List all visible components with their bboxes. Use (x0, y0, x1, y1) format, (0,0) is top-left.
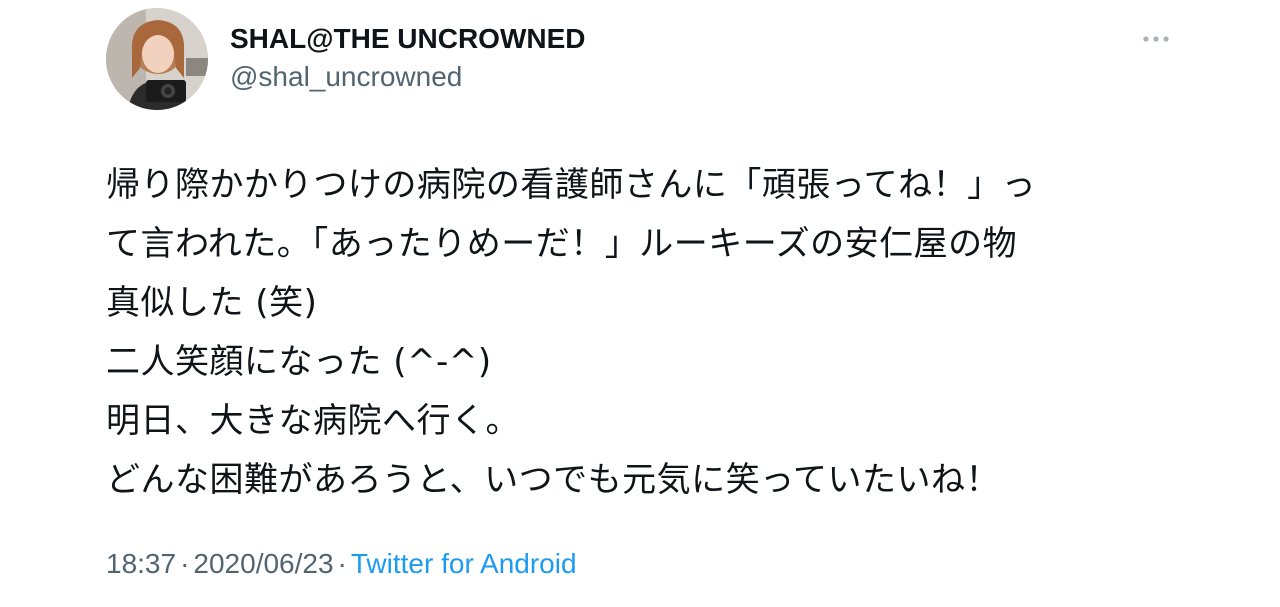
author-handle[interactable]: @shal_uncrowned (230, 60, 462, 94)
tweet-time[interactable]: 18:37 (106, 548, 176, 579)
tweet-text-line: て言われた。「あったりめーだ！」ルーキーズの安仁屋の物 (106, 224, 1018, 264)
tweet-text-line: 真似した (笑) (106, 283, 318, 323)
tweet-meta: 18:37 · 2020/06/23 · Twitter for Android (106, 546, 577, 582)
tweet-text-line: どんな困難があろうと、いつでも元気に笑っていたいね！ (106, 460, 1000, 500)
tweet-text-line: 帰り際かかりつけの病院の看護師さんに「頑張ってね！」っ (106, 165, 1037, 205)
avatar[interactable] (106, 8, 208, 110)
meta-separator: · (180, 548, 190, 579)
tweet: SHAL@THE UNCROWNED @shal_uncrowned 帰り際かか… (0, 0, 1280, 607)
more-horizontal-icon (1143, 36, 1169, 42)
tweet-text: 帰り際かかりつけの病院の看護師さんに「頑張ってね！」っ て言われた。「あったりめ… (106, 156, 1206, 510)
author-display-name[interactable]: SHAL@THE UNCROWNED (230, 22, 586, 56)
tweet-text-line: 二人笑顔になった (^-^) (106, 342, 492, 382)
tweet-source-link[interactable]: Twitter for Android (351, 548, 577, 579)
user-avatar-photo-icon (106, 8, 208, 110)
tweet-date[interactable]: 2020/06/23 (193, 548, 333, 579)
meta-separator: · (337, 548, 347, 579)
more-options-button[interactable] (1138, 26, 1174, 52)
tweet-text-line: 明日、大きな病院へ行く。 (106, 401, 520, 441)
